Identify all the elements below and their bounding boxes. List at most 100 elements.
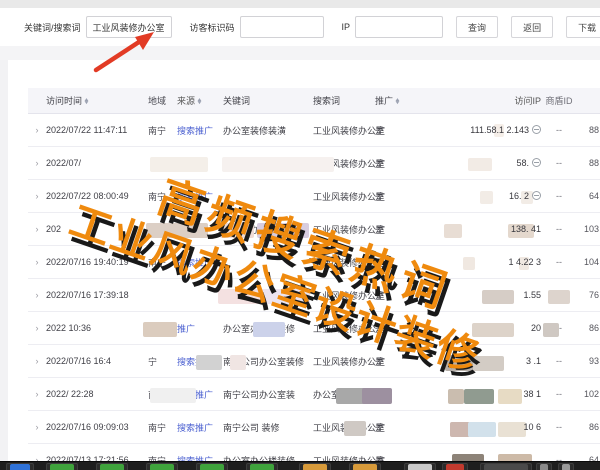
expand-row-icon[interactable]: › <box>28 356 46 366</box>
source-link[interactable]: 搜索推广 <box>177 124 223 137</box>
clipped-id-cell: 93 <box>577 356 599 366</box>
visit-time-cell: 2022/07/16 17:39:18 <box>46 290 148 300</box>
app-icon-green[interactable] <box>200 464 224 470</box>
app-icon-green[interactable] <box>150 464 174 470</box>
block-ip-icon[interactable] <box>532 158 541 167</box>
ie-icon[interactable] <box>10 464 30 470</box>
expand-row-icon[interactable]: › <box>28 389 46 399</box>
keyword-cell: 办公室装修装潢 <box>223 124 313 137</box>
visit-time-cell: 2022/07/16 16:4 <box>46 356 148 366</box>
folder-icon[interactable] <box>303 464 327 470</box>
app-icon-gray[interactable] <box>408 464 432 470</box>
source-link[interactable]: 搜索推广 <box>177 256 223 269</box>
search-term-cell: 工业风装修办公室 <box>313 157 375 170</box>
keyword-cell: 广西办公室装修 <box>223 289 313 302</box>
expand-row-icon[interactable]: › <box>28 158 46 168</box>
ip-filter-input[interactable] <box>355 16 443 38</box>
promotion-cell: 是 <box>375 190 399 203</box>
download-button[interactable]: 下载 <box>566 16 600 38</box>
promotion-cell: 是 <box>375 355 399 368</box>
region-cell: 南宁 <box>148 421 177 434</box>
expand-row-icon[interactable]: › <box>28 290 46 300</box>
visit-ip-cell: 10 6 <box>399 422 541 432</box>
sort-icon-time[interactable]: ▲▼ <box>84 99 89 105</box>
promotion-cell: 是 <box>375 223 399 236</box>
table-header-row: 访问时间▲▼ 地域 来源▲▼ 关键词 搜索词 推广▲▼ 访问IP 商盾ID <box>28 88 600 114</box>
visitor-id-input[interactable] <box>240 16 324 38</box>
column-header-keyword: 关键词 <box>223 94 313 107</box>
visit-ip-cell: 1 4.22 3 <box>399 257 541 267</box>
table-row: › 2022/07/16 19:40:19 南宁 搜索推广 工业风装修办公室 是… <box>28 246 600 279</box>
column-header-visit-ip: 访问IP <box>399 94 541 107</box>
expand-row-icon[interactable]: › <box>28 422 46 432</box>
expand-row-icon[interactable]: › <box>28 125 46 135</box>
query-button[interactable]: 查询 <box>456 16 498 38</box>
table-row: › 2022/07/16 09:09:03 南宁 搜索推广 南宁公司 装修 工业… <box>28 411 600 444</box>
shield-id-cell: -- <box>541 158 577 168</box>
visit-time-cell: 202 <box>46 224 148 234</box>
window-button[interactable] <box>484 464 528 470</box>
tray-icon[interactable] <box>562 464 570 470</box>
column-header-promotion[interactable]: 推广▲▼ <box>375 94 399 107</box>
clipped-id-cell: 86 <box>577 323 599 333</box>
keyword-filter-input[interactable] <box>86 16 172 38</box>
clipped-id-cell: 102 <box>577 389 599 399</box>
column-header-time[interactable]: 访问时间▲▼ <box>46 94 148 107</box>
region-cell: 南宁 <box>148 190 177 203</box>
table-row: › 2022/07/22 11:47:11 南宁 搜索推广 办公室装修装潢 工业… <box>28 114 600 147</box>
shield-id-cell: -- <box>541 389 577 399</box>
app-icon-green[interactable] <box>100 464 124 470</box>
source-link[interactable]: 推广 <box>177 322 223 335</box>
visit-ip-cell: 16. 2 <box>399 191 541 201</box>
source-link[interactable]: 搜索推广 <box>177 355 223 368</box>
expand-row-icon[interactable]: › <box>28 191 46 201</box>
clipped-id-cell: 64 <box>577 191 599 201</box>
shield-id-cell: -- <box>541 125 577 135</box>
block-ip-icon[interactable] <box>532 191 541 200</box>
table-row: › 2022/07/16 17:39:18 广西办公室装修 工业风装修办公室 是… <box>28 279 600 312</box>
app-icon-red[interactable] <box>446 464 464 470</box>
expand-row-icon[interactable]: › <box>28 257 46 267</box>
tray-icon[interactable] <box>540 464 548 470</box>
app-icon-green[interactable] <box>250 464 274 470</box>
source-link[interactable]: 搜索推广 <box>177 190 223 203</box>
clipped-id-cell: 88 <box>577 125 599 135</box>
back-button[interactable]: 返回 <box>511 16 553 38</box>
visits-table: 访问时间▲▼ 地域 来源▲▼ 关键词 搜索词 推广▲▼ 访问IP 商盾ID › … <box>28 88 600 470</box>
table-row: › 202 办公室办公楼装修 工业风装修办公室 是 138. 41 -- 103 <box>28 213 600 246</box>
search-term-cell: 工业风装修办公室 <box>313 289 375 302</box>
promotion-cell: 是 <box>375 388 399 401</box>
visit-time-cell: 2022/07/22 11:47:11 <box>46 125 148 135</box>
visit-ip-cell: 138. 41 <box>399 224 541 234</box>
search-term-cell: 工业风装修办公室 <box>313 256 375 269</box>
shield-id-cell: -- <box>541 422 577 432</box>
shield-id-cell: -- <box>541 290 577 300</box>
search-term-cell: 工业风装修办公室 <box>313 190 375 203</box>
expand-row-icon[interactable]: › <box>28 323 46 333</box>
promotion-cell: 是 <box>375 256 399 269</box>
expand-row-icon[interactable]: › <box>28 224 46 234</box>
promotion-cell: 是 <box>375 322 399 335</box>
ip-filter-label: IP <box>342 22 351 32</box>
source-link[interactable]: 搜索推广 <box>177 388 223 401</box>
column-header-source[interactable]: 来源▲▼ <box>177 94 223 107</box>
shield-id-cell: -- <box>541 257 577 267</box>
clipped-id-cell: 104 <box>577 257 599 267</box>
windows-taskbar[interactable] <box>0 461 600 470</box>
visit-ip-cell: 3 .1 <box>399 356 541 366</box>
keyword-cell: 南宁公司 装修 <box>223 421 313 434</box>
promotion-cell: 是 <box>375 157 399 170</box>
visit-time-cell: 2022/07/16 19:40:19 <box>46 257 148 267</box>
shield-id-cell: -- <box>541 191 577 201</box>
sort-icon-source[interactable]: ▲▼ <box>197 99 202 105</box>
app-icon-green[interactable] <box>50 464 74 470</box>
keyword-cell: 南宁公司办公室装修 <box>223 355 313 368</box>
folder-icon[interactable] <box>353 464 377 470</box>
source-link[interactable]: 搜索推广 <box>177 421 223 434</box>
table-row: › 2022/ 22:28 南宁 搜索推广 南宁公司办公室装 办公室 是 38 … <box>28 378 600 411</box>
table-row: › 2022/07/16 16:4 宁 搜索推广 南宁公司办公室装修 工业风装修… <box>28 345 600 378</box>
block-ip-icon[interactable] <box>532 125 541 134</box>
table-row: › 2022/07/22 08:00:49 南宁 搜索推广 工业风装修办公室 是… <box>28 180 600 213</box>
promotion-cell: 是 <box>375 289 399 302</box>
region-cell: 南宁 <box>148 388 177 401</box>
